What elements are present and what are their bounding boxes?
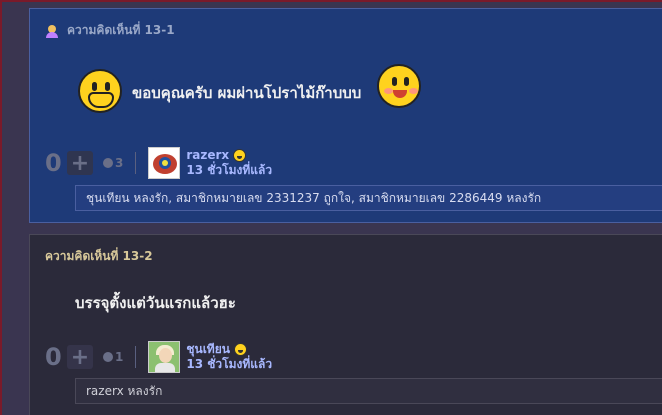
comment-body: บรรจุตั้งแต่วันแรกแล้วฮะ — [75, 291, 236, 315]
author-info: razerx 13 ชั่วโมงที่แล้ว — [186, 148, 272, 178]
comment-number: ความคิดเห็นที่ 13-2 — [45, 249, 153, 263]
vote-score: 0 — [45, 343, 62, 371]
smile-emoji-icon — [233, 149, 247, 162]
comment-text: บรรจุตั้งแต่วันแรกแล้วฮะ — [75, 294, 236, 312]
comment-header: ความคิดเห็นที่ 13-1 — [45, 21, 175, 40]
blushing-smile-emoji-icon — [377, 64, 422, 108]
plus-vote-button[interactable]: + — [67, 345, 93, 370]
comment-13-2: ความคิดเห็นที่ 13-2 บรรจุตั้งแต่วันแรกแล… — [29, 234, 662, 415]
comment-13-1: ความคิดเห็นที่ 13-1 ขอบคุณครับ ผมผ่านโปร… — [29, 8, 662, 223]
vote-row: 0 + 3 razerx 13 ชั่วโมงที่แล้ว — [45, 147, 272, 179]
author-name-link[interactable]: razerx — [186, 148, 229, 163]
reactions-list: razerx หลงรัก — [75, 378, 662, 404]
avatar[interactable] — [148, 147, 181, 179]
post-time: 13 ชั่วโมงที่แล้ว — [186, 163, 273, 177]
comment-body: ขอบคุณครับ ผมผ่านโปราไม้ก๊าบบบ — [78, 64, 422, 113]
emotion-icon — [103, 352, 113, 362]
post-time: 13 ชั่วโมงที่แล้ว — [186, 357, 273, 371]
comment-header: ความคิดเห็นที่ 13-2 — [45, 247, 153, 266]
reaction-count[interactable]: 3 — [103, 156, 123, 170]
comment-number: ความคิดเห็นที่ 13-1 — [67, 23, 175, 37]
user-icon — [45, 24, 59, 38]
reactions-list: ชุนเทียน หลงรัก, สมาชิกหมายเลข 2331237 ถ… — [75, 185, 662, 211]
vote-row: 0 + 1 ชุนเทียน 13 ชั่วโมงที่แล้ว — [45, 341, 272, 373]
avatar[interactable] — [148, 341, 181, 373]
divider — [135, 346, 137, 368]
reaction-number: 3 — [115, 156, 124, 170]
reactions-text[interactable]: razerx หลงรัก — [86, 382, 162, 401]
author-name-link[interactable]: ชุนเทียน — [186, 342, 230, 357]
hand-over-mouth-emoji-icon — [78, 69, 122, 113]
vote-score: 0 — [45, 149, 62, 177]
comment-text: ขอบคุณครับ ผมผ่านโปราไม้ก๊าบบบ — [132, 84, 362, 102]
divider — [135, 152, 137, 174]
emotion-icon — [103, 158, 113, 168]
plus-vote-button[interactable]: + — [67, 151, 93, 176]
reactions-text[interactable]: ชุนเทียน หลงรัก, สมาชิกหมายเลข 2331237 ถ… — [86, 189, 541, 208]
reaction-count[interactable]: 1 — [103, 350, 123, 364]
reaction-number: 1 — [115, 350, 124, 364]
author-info: ชุนเทียน 13 ชั่วโมงที่แล้ว — [186, 342, 272, 372]
smile-emoji-icon — [233, 343, 247, 356]
